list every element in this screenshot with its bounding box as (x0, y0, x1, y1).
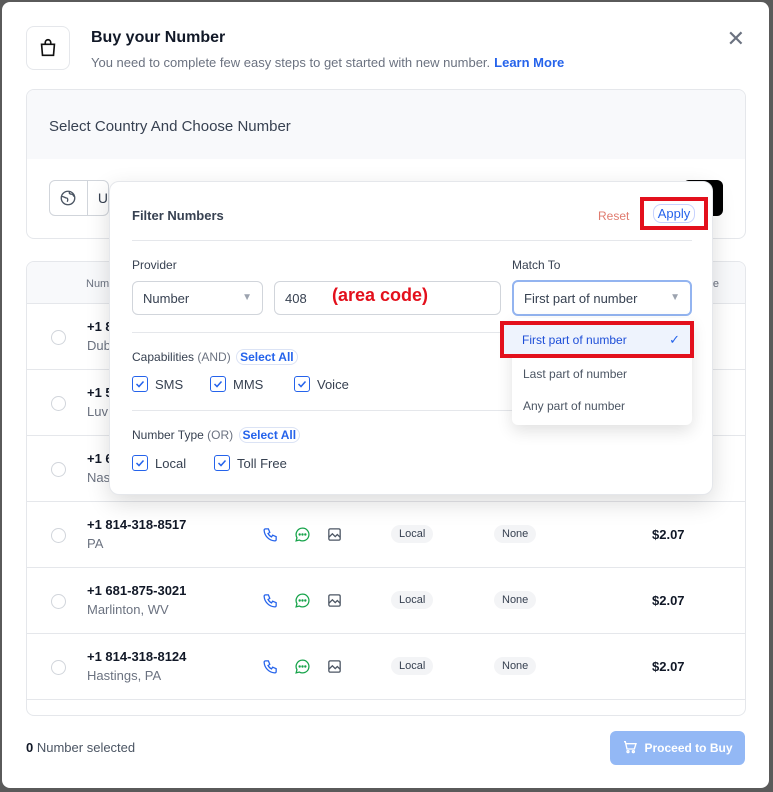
reset-button[interactable]: Reset (598, 209, 629, 223)
row-radio[interactable] (51, 396, 66, 411)
phone-icon (261, 657, 279, 675)
price: $2.07 (652, 593, 685, 608)
divider (132, 240, 692, 241)
row-radio[interactable] (51, 330, 66, 345)
checkmark-icon: ✓ (669, 331, 680, 347)
area-code-annotation: (area code) (332, 285, 429, 305)
shopping-bag-icon (26, 26, 70, 70)
close-icon[interactable]: ✕ (727, 28, 745, 50)
checkbox-mms[interactable]: MMS (210, 376, 263, 392)
section-title: Select Country And Choose Number (27, 90, 745, 159)
phone-number: +1 681-875-3021 (87, 583, 187, 598)
check-icon (210, 376, 226, 392)
country-value: U (97, 190, 108, 206)
chat-icon (293, 591, 311, 609)
apply-button[interactable]: Apply (640, 197, 708, 230)
learn-more-link[interactable]: Learn More (494, 55, 564, 70)
proceed-to-buy-button[interactable]: Proceed to Buy (610, 731, 745, 765)
price: $2.07 (652, 659, 685, 674)
match-to-select[interactable]: First part of number ▼ (512, 280, 692, 316)
address-badge: None (494, 657, 537, 675)
location: Hastings, PA (87, 668, 162, 683)
price: $2.07 (652, 527, 685, 542)
chat-icon (293, 657, 311, 675)
buy-number-modal: Buy your Number You need to complete few… (2, 2, 769, 788)
select-all-capabilities[interactable]: Select All (236, 349, 298, 365)
country-select[interactable]: U (49, 180, 109, 216)
number-type-label: Number Type (OR) Select All (132, 427, 301, 443)
phone-icon (261, 525, 279, 543)
row-radio[interactable] (51, 528, 66, 543)
address-badge: None (494, 591, 537, 609)
globe-icon (50, 181, 88, 215)
check-icon (294, 376, 310, 392)
checkbox-voice[interactable]: Voice (294, 376, 349, 392)
column-number: Num (86, 278, 110, 290)
selected-count: 0 Number selected (26, 740, 136, 755)
cart-icon (622, 739, 638, 758)
select-all-number-types[interactable]: Select All (238, 427, 301, 443)
checkbox-toll-free[interactable]: Toll Free (214, 455, 287, 471)
chevron-down-icon: ▼ (670, 292, 680, 303)
capabilities-label: Capabilities (AND) Select All (132, 349, 298, 365)
type-badge: Local (391, 525, 434, 543)
table-row[interactable]: +1 681-875-3021 Marlinton, WV Local None… (27, 568, 745, 634)
image-icon (325, 657, 343, 675)
provider-label: Provider (132, 258, 177, 272)
match-to-dropdown: First part of number ✓ Last part of numbe… (500, 318, 694, 425)
checkbox-sms[interactable]: SMS (132, 376, 183, 392)
filter-numbers-popover: Filter Numbers Reset Apply Provider Numb… (109, 181, 713, 495)
location: Luv (87, 404, 108, 419)
option-any-part[interactable]: Any part of number (523, 399, 625, 413)
checkbox-local[interactable]: Local (132, 455, 186, 471)
capabilities-icons (261, 657, 343, 675)
table-row[interactable]: +1 814-318-8124 Hastings, PA Local None … (27, 634, 745, 700)
chevron-down-icon: ▼ (242, 292, 252, 303)
location: Dub (87, 338, 111, 353)
type-badge: Local (391, 657, 434, 675)
image-icon (325, 525, 343, 543)
row-radio[interactable] (51, 462, 66, 477)
modal-subtitle: You need to complete few easy steps to g… (91, 55, 565, 70)
chat-icon (293, 525, 311, 543)
phone-icon (261, 591, 279, 609)
location: Marlinton, WV (87, 602, 169, 617)
filter-title: Filter Numbers (132, 208, 224, 223)
check-icon (132, 455, 148, 471)
match-to-label: Match To (512, 258, 561, 272)
phone-number: +1 814-318-8124 (87, 649, 187, 664)
phone-number: +1 814-318-8517 (87, 517, 187, 532)
location: PA (87, 536, 104, 551)
check-icon (214, 455, 230, 471)
address-badge: None (494, 525, 537, 543)
capabilities-icons (261, 591, 343, 609)
row-radio[interactable] (51, 660, 66, 675)
option-first-part[interactable]: First part of number ✓ (500, 321, 694, 358)
type-badge: Local (391, 591, 434, 609)
column-price: e (712, 278, 719, 290)
row-radio[interactable] (51, 594, 66, 609)
table-row[interactable]: +1 814-318-8517 PA Local None $2.07 (27, 502, 745, 568)
divider (132, 332, 502, 333)
location: Nas (87, 470, 111, 485)
option-last-part[interactable]: Last part of number (523, 367, 627, 381)
check-icon (132, 376, 148, 392)
image-icon (325, 591, 343, 609)
provider-select[interactable]: Number ▼ (132, 281, 263, 315)
capabilities-icons (261, 525, 343, 543)
modal-title: Buy your Number (91, 29, 226, 46)
